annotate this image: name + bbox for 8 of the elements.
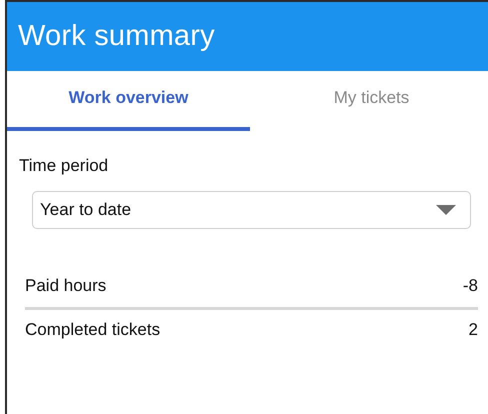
stat-value: -8 [462,276,478,296]
stat-value: 2 [468,320,478,340]
stat-label: Completed tickets [25,320,160,340]
page-title: Work summary [18,20,215,53]
time-period-dropdown[interactable]: Year to date [32,191,471,229]
stat-label: Paid hours [25,276,106,296]
caret-icon [436,205,456,215]
field-label: Time period [19,156,108,176]
